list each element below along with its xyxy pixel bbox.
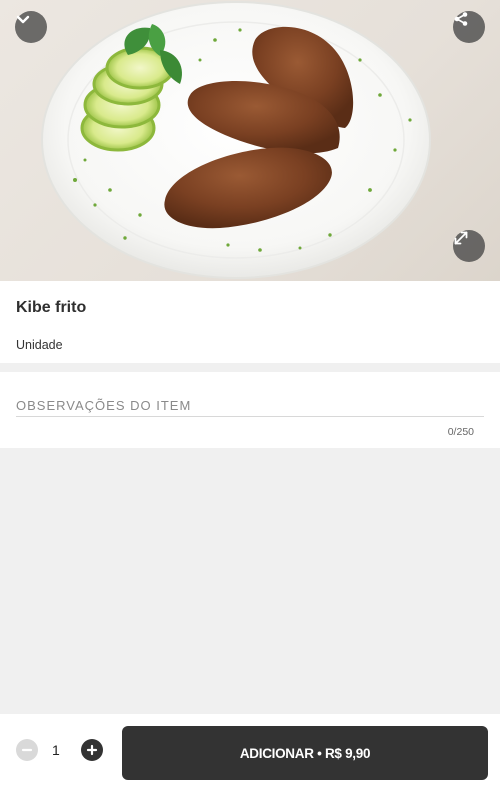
share-icon <box>454 12 468 26</box>
product-info: Kibe frito Unidade <box>0 281 500 363</box>
add-to-cart-button[interactable]: ADICIONAR • R$ 9,90 <box>122 726 488 780</box>
observations-section: 0/250 <box>0 372 500 448</box>
collapse-button[interactable] <box>15 11 47 43</box>
observations-input[interactable] <box>16 394 484 417</box>
chevron-down-icon <box>16 15 30 24</box>
increase-quantity-button[interactable] <box>81 739 103 761</box>
product-unit: Unidade <box>16 338 63 352</box>
expand-icon <box>454 231 468 245</box>
product-image <box>0 0 500 281</box>
product-detail-page: Kibe frito Unidade 0/250 1 ADICIONAR • R… <box>0 0 500 786</box>
decrease-quantity-button[interactable] <box>16 739 38 761</box>
share-button[interactable] <box>453 11 485 43</box>
product-name: Kibe frito <box>16 299 87 316</box>
cart-bar: 1 ADICIONAR • R$ 9,90 <box>0 714 500 786</box>
quantity-value: 1 <box>52 742 60 758</box>
kibe-photo <box>41 1 431 279</box>
expand-image-button[interactable] <box>453 230 485 262</box>
observations-counter: 0/250 <box>447 426 474 438</box>
plus-icon <box>86 744 98 756</box>
minus-icon <box>21 748 33 752</box>
